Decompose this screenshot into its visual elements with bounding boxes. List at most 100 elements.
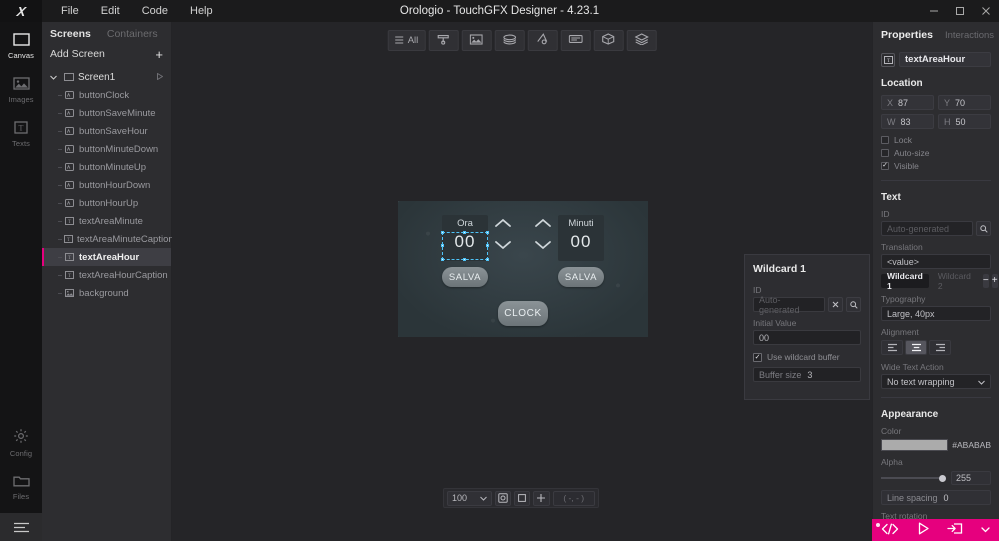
tree-row-buttonHourUp[interactable]: buttonHourUp	[42, 194, 171, 212]
line-spacing-field[interactable]: Line spacing 0	[881, 490, 991, 505]
widget-filter-all[interactable]: All	[387, 30, 426, 51]
tree-row-buttonMinuteUp[interactable]: buttonMinuteUp	[42, 158, 171, 176]
widget-category-shapes[interactable]	[494, 30, 525, 51]
tree-row-background[interactable]: background	[42, 284, 171, 302]
rail-item-config[interactable]: Config	[0, 419, 42, 463]
menu-help[interactable]: Help	[179, 0, 224, 22]
selection-handle-s[interactable]	[463, 258, 466, 261]
widget-textAreaMinuteCaption[interactable]: Minuti	[558, 218, 604, 229]
selection-handle-sw[interactable]	[441, 258, 444, 261]
add-wildcard-button[interactable]: +	[991, 274, 998, 288]
tab-screens[interactable]: Screens	[42, 25, 99, 43]
rail-item-texts[interactable]: T Texts	[0, 110, 42, 154]
selection-handle-ne[interactable]	[486, 231, 489, 234]
widget-buttonMinuteUp[interactable]	[534, 218, 552, 231]
selection-handle-w[interactable]	[441, 244, 444, 247]
wildcard-id-input[interactable]: Auto-generated	[753, 295, 825, 315]
menu-edit[interactable]: Edit	[90, 0, 131, 22]
widget-buttonClock[interactable]: CLOCK	[498, 301, 548, 326]
chevron-down-icon[interactable]	[50, 75, 59, 80]
selection-handle-nw[interactable]	[441, 231, 444, 234]
wide-text-action-select[interactable]: No text wrapping	[881, 374, 991, 389]
h-field[interactable]: H 50	[938, 114, 991, 129]
lock-row[interactable]: Lock	[881, 133, 991, 146]
alpha-slider-knob[interactable]	[939, 474, 946, 482]
use-wildcard-buffer-checkbox[interactable]: ✓	[753, 352, 762, 362]
run-target-button[interactable]	[943, 519, 967, 541]
tree-row-textAreaMinuteCaption[interactable]: T textAreaMinuteCaption	[42, 230, 174, 248]
typography-select[interactable]: Large, 40px	[881, 306, 991, 321]
widget-buttonSaveHour[interactable]: SALVA	[442, 267, 488, 287]
generate-code-button[interactable]	[877, 519, 903, 541]
zoom-level-select[interactable]: 100	[447, 490, 493, 506]
more-options-button[interactable]	[977, 519, 994, 541]
widget-buttonSaveMinute[interactable]: SALVA	[558, 267, 604, 287]
selection-handle-e[interactable]	[486, 244, 489, 247]
visible-checkbox[interactable]: ✓	[881, 161, 889, 170]
tree-row-buttonSaveHour[interactable]: buttonSaveHour	[42, 122, 171, 140]
rail-item-canvas[interactable]: Canvas	[0, 22, 42, 66]
widget-name-input[interactable]: textAreaHour	[899, 52, 991, 67]
tree-row-textAreaMinute[interactable]: T textAreaMinute	[42, 212, 171, 230]
wildcard-2-chip[interactable]: Wildcard 2	[932, 271, 977, 291]
widget-textAreaMinute[interactable]: 00	[558, 232, 604, 252]
tab-properties[interactable]: Properties	[881, 29, 933, 41]
maximize-button[interactable]	[947, 0, 973, 22]
remove-wildcard-button[interactable]: −	[982, 274, 989, 288]
rail-item-files[interactable]: Files	[0, 463, 42, 507]
widget-category-buttons[interactable]	[428, 30, 459, 51]
minimize-button[interactable]	[921, 0, 947, 22]
wildcard-1-chip[interactable]: Wildcard 1	[881, 271, 929, 291]
tree-row-buttonHourDown[interactable]: buttonHourDown	[42, 176, 171, 194]
close-button[interactable]	[973, 0, 999, 22]
visible-row[interactable]: ✓ Visible	[881, 159, 991, 172]
tree-row-buttonSaveMinute[interactable]: buttonSaveMinute	[42, 104, 171, 122]
color-swatch[interactable]	[881, 439, 949, 451]
widget-category-containers[interactable]	[593, 30, 624, 51]
search-icon[interactable]	[976, 221, 991, 236]
alpha-slider[interactable]	[881, 472, 946, 484]
menu-file[interactable]: File	[50, 0, 90, 22]
translation-input[interactable]: <value>	[881, 254, 991, 269]
tab-containers[interactable]: Containers	[99, 25, 166, 43]
selection-handle-se[interactable]	[486, 258, 489, 261]
actual-size-button[interactable]	[514, 490, 531, 506]
x-field[interactable]: X 87	[881, 95, 934, 110]
autosize-row[interactable]: Auto-size	[881, 146, 991, 159]
selection-handle-n[interactable]	[463, 231, 466, 234]
widget-buttonHourUp[interactable]	[494, 218, 512, 231]
add-screen-row[interactable]: Add Screen +	[42, 44, 171, 64]
center-view-button[interactable]	[533, 490, 550, 506]
close-icon[interactable]	[828, 297, 843, 312]
autosize-checkbox[interactable]	[881, 148, 889, 157]
tree-row-screen1[interactable]: Screen1	[42, 68, 171, 86]
set-startup-screen-icon[interactable]	[157, 72, 164, 82]
widget-buttonHourDown[interactable]	[494, 240, 512, 253]
hamburger-icon[interactable]	[0, 513, 42, 541]
search-icon[interactable]	[846, 297, 861, 312]
lock-checkbox[interactable]	[881, 135, 889, 144]
tree-row-buttonMinuteDown[interactable]: buttonMinuteDown	[42, 140, 171, 158]
widget-category-misc[interactable]	[626, 30, 657, 51]
add-screen-button[interactable]: +	[155, 48, 163, 61]
w-field[interactable]: W 83	[881, 114, 934, 129]
widget-textAreaHourCaption[interactable]: Ora	[442, 218, 488, 229]
widget-category-images[interactable]	[461, 30, 492, 51]
text-id-input[interactable]: Auto-generated	[881, 221, 973, 236]
run-simulator-button[interactable]	[913, 519, 934, 541]
menu-code[interactable]: Code	[131, 0, 179, 22]
y-field[interactable]: Y 70	[938, 95, 991, 110]
use-wildcard-buffer-row[interactable]: ✓ Use wildcard buffer	[753, 352, 861, 362]
alpha-value-input[interactable]: 255	[951, 471, 991, 485]
align-left-button[interactable]	[881, 340, 903, 355]
wildcard-initial-value-input[interactable]: 00	[753, 330, 861, 345]
widget-category-textarea[interactable]	[560, 30, 591, 51]
rail-item-images[interactable]: Images	[0, 66, 42, 110]
tab-interactions[interactable]: Interactions	[945, 30, 994, 41]
device-preview[interactable]: Ora 00 Minuti 00 SALVA SALVA CLOCK	[398, 201, 648, 337]
align-right-button[interactable]	[929, 340, 951, 355]
align-center-button[interactable]	[905, 340, 927, 355]
widget-category-drawing[interactable]	[527, 30, 558, 51]
buffer-size-field[interactable]: Buffer size 3	[753, 367, 861, 382]
tree-row-textAreaHourCaption[interactable]: T textAreaHourCaption	[42, 266, 171, 284]
